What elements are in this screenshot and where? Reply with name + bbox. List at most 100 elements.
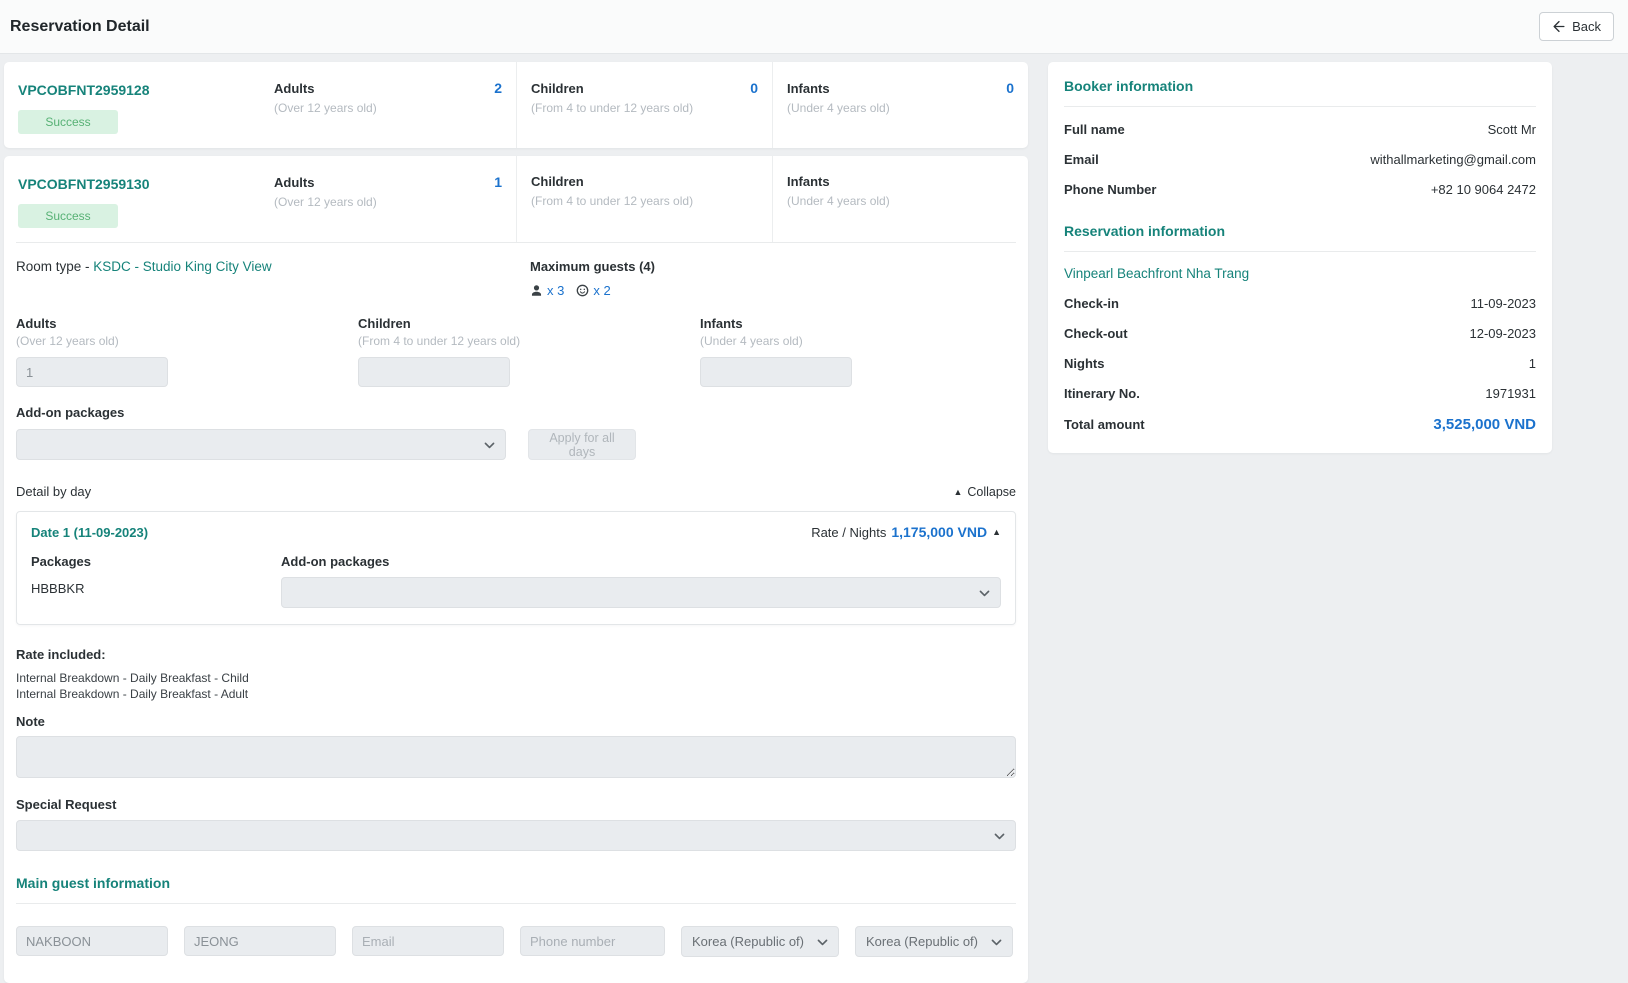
chevron-down-icon xyxy=(816,935,829,948)
day-date: Date 1 (11-09-2023) xyxy=(31,525,148,540)
children-field: Children (From 4 to under 12 years old) xyxy=(358,316,700,387)
children-label: Children xyxy=(358,316,700,331)
main-guest-heading: Main guest information xyxy=(16,875,1016,904)
rate-triangle-icon: ▲ xyxy=(992,527,1001,537)
day-addon-select[interactable] xyxy=(281,577,1001,608)
adults-summary: Adults 2 (Over 12 years old) xyxy=(260,62,516,148)
phone-label: Phone Number xyxy=(1064,182,1156,197)
children-count: 0 xyxy=(750,80,758,96)
check-in-label: Check-in xyxy=(1064,296,1119,311)
rate-included-line: Internal Breakdown - Daily Breakfast - C… xyxy=(16,670,1016,686)
adults-summary: Adults 1 (Over 12 years old) xyxy=(260,156,516,242)
total-amount-label: Total amount xyxy=(1064,417,1145,432)
phone-value: +82 10 9064 2472 xyxy=(1431,182,1536,197)
guest-last-name-input[interactable] xyxy=(184,926,336,956)
check-out-row: Check-out 12-09-2023 xyxy=(1064,326,1536,341)
adults-label: Adults xyxy=(274,175,314,190)
nights-label: Nights xyxy=(1064,356,1104,371)
status-badge: Success xyxy=(18,110,118,134)
itinerary-row: Itinerary No. 1971931 xyxy=(1064,386,1536,401)
reservation-summary-row: VPCOBFNT2959128 Success Adults 2 (Over 1… xyxy=(4,62,1028,148)
divider xyxy=(16,242,1016,243)
nights-value: 1 xyxy=(1529,356,1536,371)
room-type-value: KSDC - Studio King City View xyxy=(93,259,271,274)
guest-nationality-value: Korea (Republic of) xyxy=(692,934,804,949)
left-column: VPCOBFNT2959128 Success Adults 2 (Over 1… xyxy=(4,62,1028,983)
max-children-count: x 2 xyxy=(593,283,610,298)
infants-input[interactable] xyxy=(700,357,852,387)
guest-phone-input[interactable] xyxy=(520,926,665,956)
max-adults-count: x 3 xyxy=(547,283,564,298)
back-button[interactable]: Back xyxy=(1539,12,1614,41)
infants-label: Infants xyxy=(787,81,830,96)
rate-included-title: Rate included: xyxy=(16,647,1016,662)
email-label: Email xyxy=(1064,152,1099,167)
check-in-row: Check-in 11-09-2023 xyxy=(1064,296,1536,311)
note-textarea[interactable] xyxy=(16,736,1016,778)
infants-sublabel: (Under 4 years old) xyxy=(787,194,1014,208)
room-type-label: Room type - xyxy=(16,259,93,274)
special-request-select[interactable] xyxy=(16,820,1016,851)
infants-label: Infants xyxy=(700,316,1016,331)
infants-sublabel: (Under 4 years old) xyxy=(787,101,1014,115)
children-input[interactable] xyxy=(358,357,510,387)
addon-packages-label: Add-on packages xyxy=(16,405,1016,420)
children-label: Children xyxy=(531,174,584,189)
content-area: VPCOBFNT2959128 Success Adults 2 (Over 1… xyxy=(0,54,1628,983)
reservation-code: VPCOBFNT2959130 xyxy=(18,176,246,192)
child-icon xyxy=(576,284,589,297)
reservation-code: VPCOBFNT2959128 xyxy=(18,82,246,98)
infants-field: Infants (Under 4 years old) xyxy=(700,316,1016,387)
special-request-label: Special Request xyxy=(16,797,1016,812)
max-guests: Maximum guests (4) x 3 xyxy=(530,259,655,298)
hotel-link[interactable]: Vinpearl Beachfront Nha Trang xyxy=(1064,266,1536,281)
apply-all-days-button[interactable]: Apply for all days xyxy=(528,429,636,460)
full-name-value: Scott Mr xyxy=(1488,122,1536,137)
check-out-label: Check-out xyxy=(1064,326,1128,341)
children-sublabel: (From 4 to under 12 years old) xyxy=(358,334,700,348)
adults-input[interactable] xyxy=(16,357,168,387)
rate-included-line: Internal Breakdown - Daily Breakfast - A… xyxy=(16,686,1016,702)
rate-nights[interactable]: Rate / Nights 1,175,000 VND ▲ xyxy=(811,524,1001,540)
detail-by-day-label: Detail by day xyxy=(16,484,91,499)
reservation-summary-row: VPCOBFNT2959130 Success Adults 1 (Over 1… xyxy=(4,156,1028,242)
max-adults: x 3 xyxy=(530,283,564,298)
itinerary-value: 1971931 xyxy=(1485,386,1536,401)
status-badge: Success xyxy=(18,204,118,228)
adults-count: 1 xyxy=(494,174,502,190)
check-in-value: 11-09-2023 xyxy=(1470,296,1536,311)
max-guests-label: Maximum guests (4) xyxy=(530,259,655,274)
infants-summary: Infants 0 (Under 4 years old) xyxy=(772,62,1028,148)
collapse-label: Collapse xyxy=(967,485,1016,499)
children-summary: Children 0 (From 4 to under 12 years old… xyxy=(516,62,772,148)
packages-block: Packages HBBBKR xyxy=(31,554,281,608)
collapse-toggle[interactable]: ▲ Collapse xyxy=(953,485,1016,499)
phone-row: Phone Number +82 10 9064 2472 xyxy=(1064,182,1536,197)
packages-value: HBBBKR xyxy=(31,581,281,596)
page-header: Reservation Detail Back xyxy=(0,0,1628,54)
adults-sublabel: (Over 12 years old) xyxy=(274,195,502,209)
guest-nationality-select[interactable]: Korea (Republic of) xyxy=(681,926,839,957)
full-name-label: Full name xyxy=(1064,122,1125,137)
guest-country-select[interactable]: Korea (Republic of) xyxy=(855,926,1013,957)
chevron-down-icon xyxy=(990,935,1003,948)
room-type: Room type - KSDC - Studio King City View xyxy=(16,259,530,298)
adults-sublabel: (Over 12 years old) xyxy=(274,101,502,115)
reservation-card-2959130: VPCOBFNT2959130 Success Adults 1 (Over 1… xyxy=(4,156,1028,983)
guest-first-name-input[interactable] xyxy=(16,926,168,956)
children-label: Children xyxy=(531,81,584,96)
reservation-info-heading: Reservation information xyxy=(1064,223,1536,252)
check-out-value: 12-09-2023 xyxy=(1470,326,1537,341)
guest-country-value: Korea (Republic of) xyxy=(866,934,978,949)
total-amount-value: 3,525,000 VND xyxy=(1433,416,1536,433)
infants-count: 0 xyxy=(1006,80,1014,96)
total-amount-row: Total amount 3,525,000 VND xyxy=(1064,416,1536,433)
nights-row: Nights 1 xyxy=(1064,356,1536,371)
children-sublabel: (From 4 to under 12 years old) xyxy=(531,194,758,208)
max-children: x 2 xyxy=(576,283,610,298)
rate-included-section: Rate included: Internal Breakdown - Dail… xyxy=(16,647,1016,702)
addon-packages-select[interactable] xyxy=(16,429,506,460)
day-detail-card: Date 1 (11-09-2023) Rate / Nights 1,175,… xyxy=(16,511,1016,625)
right-column: Booker information Full name Scott Mr Em… xyxy=(1048,62,1552,453)
guest-email-input[interactable] xyxy=(352,926,504,956)
